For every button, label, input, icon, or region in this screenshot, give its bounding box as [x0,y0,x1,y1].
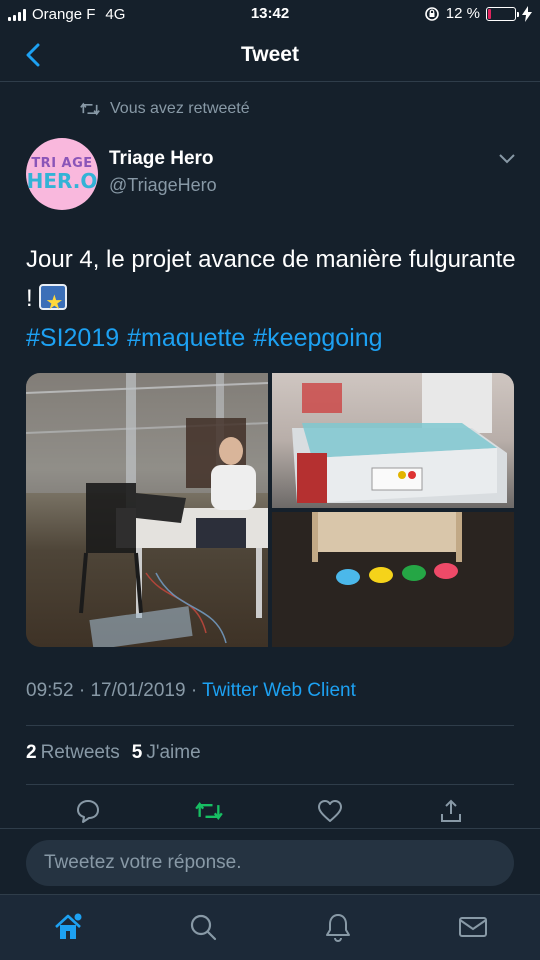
likes-stat[interactable]: 5 J'aime [132,742,201,764]
hashtag-list: #SI2019 #maquette #keepgoing [26,324,383,353]
retweets-count: 2 [26,742,37,763]
share-icon [441,799,461,822]
status-bar: Orange F 4G 13:42 12 % [0,0,540,30]
author-handle[interactable]: @TriageHero [109,175,217,196]
hashtag-link[interactable]: #SI2019 [26,324,119,353]
likes-count: 5 [131,742,143,763]
battery-level [488,8,492,19]
chevron-down-icon [499,154,515,164]
retweet-button[interactable] [194,796,224,826]
reply-bar: Tweetez votre réponse. [0,828,540,894]
orientation-lock-icon [424,6,439,21]
tweet-actions [0,796,540,826]
meta-separator: · [78,680,91,701]
page-title: Tweet [241,43,299,66]
tweet-menu-button[interactable] [498,152,516,170]
retweet-context-label: Vous avez retweeté [110,100,250,117]
tab-messages[interactable] [457,911,489,943]
star-emoji-icon [39,284,68,323]
divider [26,784,514,785]
like-button[interactable] [315,796,345,826]
nav-header: Tweet [0,30,540,82]
comment-icon [77,800,99,823]
mail-icon [459,917,487,937]
tweet-date: 17/01/2019 [90,680,186,701]
media-photo-workspace[interactable] [26,373,268,647]
bell-icon [326,914,350,942]
media-photo-laser-cutter[interactable] [272,373,514,508]
hashtag-link[interactable]: #maquette [127,324,245,353]
media-grid [26,373,514,647]
tweet-stats: 2 Retweets 5 J'aime [26,742,201,764]
tweet-meta: 09:52 · 17/01/2019 · Twitter Web Client [26,680,356,702]
meta-separator: · [190,680,203,701]
avatar-logo-line2: HER.O [26,169,98,193]
retweet-icon [195,802,223,820]
battery-icon [486,6,519,21]
status-right: 12 % [424,5,532,22]
tweet-text: Jour 4, le projet avance de manière fulg… [26,240,516,323]
divider [26,725,514,726]
search-icon [190,914,217,941]
tab-home[interactable] [52,911,84,943]
hashtag-link[interactable]: #keepgoing [253,324,382,353]
reply-input[interactable]: Tweetez votre réponse. [26,840,514,886]
likes-label: J'aime [146,742,201,763]
tweet-time: 09:52 [26,680,74,701]
retweet-context: Vous avez retweeté [80,100,250,118]
charging-icon [522,5,532,22]
battery-percent: 12 % [445,5,480,22]
tab-notifications[interactable] [322,911,354,943]
tweet-client-link[interactable]: Twitter Web Client [202,680,356,701]
avatar[interactable]: TRI AGE HER.O [26,138,98,210]
media-photo-buttons[interactable] [272,512,514,647]
retweets-label: Retweets [40,742,120,763]
author-name[interactable]: Triage Hero [109,148,214,170]
tweet-text-content: Jour 4, le projet avance de manière fulg… [26,246,516,312]
tab-bar [0,894,540,960]
tab-search[interactable] [187,911,219,943]
share-button[interactable] [436,796,466,826]
home-icon [55,913,82,939]
retweet-icon [80,102,100,116]
reply-button[interactable] [73,796,103,826]
retweets-stat[interactable]: 2 Retweets [26,742,120,764]
heart-icon [318,800,342,822]
